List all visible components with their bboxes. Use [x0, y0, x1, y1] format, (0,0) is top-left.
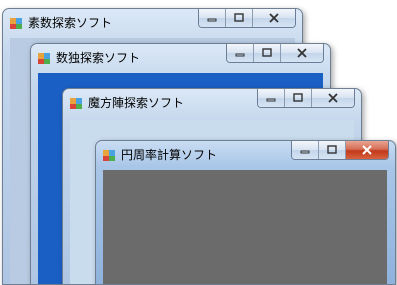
application-icon	[37, 50, 51, 64]
close-icon	[297, 48, 307, 58]
titlebar[interactable]: 円周率計算ソフト	[96, 141, 395, 167]
window-title: 数独探索ソフト	[56, 51, 141, 65]
caption-buttons	[226, 44, 324, 63]
maximize-icon	[262, 48, 272, 57]
maximize-button[interactable]	[319, 141, 346, 159]
maximize-button[interactable]	[254, 44, 281, 62]
application-icon	[102, 147, 116, 161]
maximize-button[interactable]	[226, 9, 253, 27]
window-title: 円周率計算ソフト	[121, 148, 218, 162]
minimize-button[interactable]	[199, 9, 226, 27]
minimize-button[interactable]	[227, 44, 254, 62]
minimize-button[interactable]	[292, 141, 319, 159]
minimize-button[interactable]	[258, 89, 285, 107]
titlebar[interactable]: 素数探索ソフト	[3, 9, 302, 35]
close-button[interactable]	[281, 44, 323, 62]
minimize-icon	[266, 98, 276, 102]
application-icon	[69, 95, 83, 109]
titlebar[interactable]: 魔方陣探索ソフト	[63, 89, 361, 115]
maximize-icon	[327, 145, 337, 154]
minimize-icon	[300, 150, 310, 154]
maximize-button[interactable]	[285, 89, 312, 107]
close-button[interactable]	[346, 141, 388, 159]
maximize-icon	[293, 93, 303, 102]
window-title: 素数探索ソフト	[28, 16, 113, 30]
application-icon	[9, 15, 23, 29]
window-title: 魔方陣探索ソフト	[88, 96, 185, 110]
close-button[interactable]	[312, 89, 354, 107]
titlebar[interactable]: 数独探索ソフト	[31, 44, 330, 70]
client-area	[103, 170, 387, 284]
close-icon	[362, 145, 372, 155]
caption-buttons	[291, 141, 389, 160]
maximize-icon	[234, 13, 244, 22]
minimize-icon	[235, 53, 245, 57]
close-icon	[328, 93, 338, 103]
close-button[interactable]	[253, 9, 295, 27]
minimize-icon	[207, 18, 217, 22]
close-icon	[269, 13, 279, 23]
caption-buttons	[198, 9, 296, 28]
window-enshuu[interactable]: 円周率計算ソフト	[95, 140, 396, 285]
caption-buttons	[257, 89, 355, 108]
